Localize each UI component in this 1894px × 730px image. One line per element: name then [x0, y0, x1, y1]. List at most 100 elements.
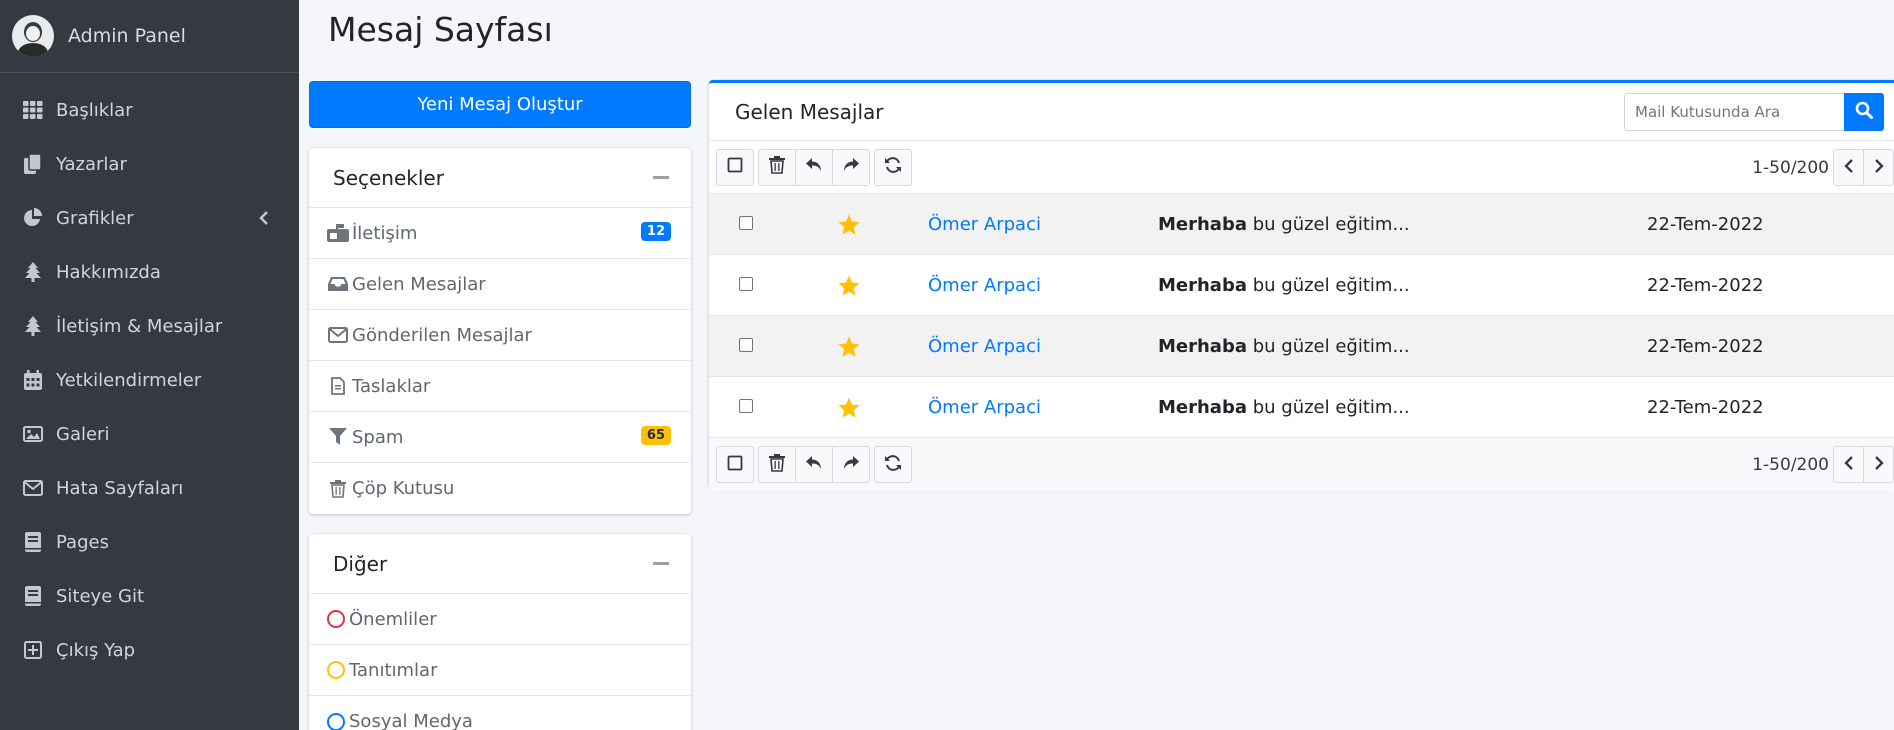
search-button[interactable]: [1844, 93, 1884, 131]
prev-page-button[interactable]: [1833, 446, 1864, 483]
prev-page-button[interactable]: [1833, 149, 1864, 186]
forward-icon: [842, 455, 860, 475]
circle-icon: [327, 661, 345, 679]
next-page-button[interactable]: [1863, 149, 1894, 186]
subject-bold: Merhaba: [1158, 335, 1247, 357]
folder-label: Çöp Kutusu: [352, 478, 455, 499]
folder-item-cop-kutusu[interactable]: Çöp Kutusu: [309, 463, 691, 514]
subject-bold: Merhaba: [1158, 396, 1247, 418]
sidebar-item-label: İletişim & Mesajlar: [56, 315, 223, 337]
unread-count-badge: 12: [640, 222, 671, 241]
sidebar-item-siteye-git[interactable]: Siteye Git: [0, 569, 299, 623]
message-row[interactable]: Ömer Arpaci Merhaba bu güzel eğitim... 2…: [709, 316, 1894, 377]
trash-icon: [327, 478, 349, 500]
label-item-tanitimlar[interactable]: Tanıtımlar: [309, 645, 691, 696]
sidebar-item-iletisim-mesajlar[interactable]: İletişim & Mesajlar: [0, 299, 299, 353]
message-checkbox[interactable]: [739, 338, 753, 352]
message-date: 22-Tem-2022: [1647, 213, 1764, 235]
sidebar-item-cikis-yap[interactable]: Çıkış Yap: [0, 623, 299, 677]
mailbox-card: Gelen Mesajlar 1-50/200: [709, 80, 1894, 491]
spam-count-badge: 65: [640, 426, 671, 445]
pagination: 1-50/200: [1752, 446, 1894, 483]
envelope-icon: [327, 324, 349, 346]
message-date: 22-Tem-2022: [1647, 274, 1764, 296]
delete-button[interactable]: [758, 446, 796, 483]
subject-rest: bu güzel eğitim...: [1247, 335, 1410, 357]
sidebar-item-label: Hakkımızda: [56, 261, 161, 283]
message-row[interactable]: Ömer Arpaci Merhaba bu güzel eğitim... 2…: [709, 255, 1894, 316]
message-checkbox[interactable]: [739, 399, 753, 413]
refresh-button[interactable]: [874, 446, 912, 483]
folder-item-spam[interactable]: Spam 65: [309, 412, 691, 463]
message-date: 22-Tem-2022: [1647, 396, 1764, 418]
message-row[interactable]: Ömer Arpaci Merhaba bu güzel eğitim... 2…: [709, 194, 1894, 255]
forward-button[interactable]: [832, 148, 870, 186]
message-subject[interactable]: Merhaba bu güzel eğitim...: [1158, 214, 1410, 235]
forward-icon: [842, 157, 860, 177]
folder-item-taslaklar[interactable]: Taslaklar: [309, 361, 691, 412]
message-sender[interactable]: Ömer Arpaci: [928, 397, 1041, 418]
label-item-sosyal-medya[interactable]: Sosyal Medya: [309, 696, 691, 730]
collapse-icon[interactable]: [653, 176, 669, 179]
sidebar-item-hata-sayfalari[interactable]: Hata Sayfaları: [0, 461, 299, 515]
mailbox-search-input[interactable]: [1624, 93, 1845, 131]
folder-item-iletisim[interactable]: İletişim 12: [309, 208, 691, 259]
labels-card: Diğer Önemliler Tanıtımlar Sosyal Medya: [309, 534, 691, 730]
star-icon[interactable]: [837, 274, 861, 298]
action-button-group: [758, 148, 870, 186]
message-sender[interactable]: Ömer Arpaci: [928, 336, 1041, 357]
folder-label: Taslaklar: [352, 375, 431, 397]
message-subject[interactable]: Merhaba bu güzel eğitim...: [1158, 275, 1410, 296]
folder-item-gonderilen-mesajlar[interactable]: Gönderilen Mesajlar: [309, 310, 691, 361]
sidebar-item-pages[interactable]: Pages: [0, 515, 299, 569]
reply-button[interactable]: [795, 148, 833, 186]
next-page-button[interactable]: [1863, 446, 1894, 483]
mailbox-icon: [327, 222, 349, 244]
trash-icon: [769, 156, 785, 178]
sidebar-item-grafikler[interactable]: Grafikler: [0, 191, 299, 245]
message-checkbox[interactable]: [739, 277, 753, 291]
chevron-right-icon: [1874, 455, 1884, 475]
message-sender[interactable]: Ömer Arpaci: [928, 275, 1041, 296]
message-checkbox[interactable]: [739, 216, 753, 230]
image-icon: [22, 423, 44, 445]
select-all-button[interactable]: [716, 148, 754, 186]
sidebar-item-galeri[interactable]: Galeri: [0, 407, 299, 461]
select-all-button[interactable]: [716, 446, 754, 483]
collapse-icon[interactable]: [653, 562, 669, 565]
delete-button[interactable]: [758, 148, 796, 186]
star-icon[interactable]: [837, 335, 861, 359]
refresh-button[interactable]: [874, 148, 912, 186]
message-subject[interactable]: Merhaba bu güzel eğitim...: [1158, 336, 1410, 357]
folder-item-gelen-mesajlar[interactable]: Gelen Mesajlar: [309, 259, 691, 310]
checkbox-icon: [727, 157, 743, 177]
sidebar-item-basliklar[interactable]: Başlıklar: [0, 83, 299, 137]
forward-button[interactable]: [832, 446, 870, 483]
options-card-header: Seçenekler: [309, 148, 691, 208]
circle-icon: [327, 712, 345, 730]
label-item-onemliler[interactable]: Önemliler: [309, 594, 691, 645]
inbox-icon: [327, 273, 349, 295]
compose-button[interactable]: Yeni Mesaj Oluştur: [309, 81, 691, 128]
pagination-text: 1-50/200: [1752, 454, 1829, 475]
folder-label: Gönderilen Mesajlar: [352, 324, 532, 346]
label-text: Tanıtımlar: [349, 659, 438, 681]
pie-chart-icon: [22, 207, 44, 229]
chevron-left-icon: [1843, 158, 1854, 178]
pagination: 1-50/200: [1752, 149, 1894, 186]
message-row[interactable]: Ömer Arpaci Merhaba bu güzel eğitim... 2…: [709, 377, 1894, 438]
star-icon[interactable]: [837, 396, 861, 420]
star-icon[interactable]: [837, 213, 861, 237]
sidebar-item-yetkilendirmeler[interactable]: Yetkilendirmeler: [0, 353, 299, 407]
subject-rest: bu güzel eğitim...: [1247, 274, 1410, 296]
plus-square-icon: [22, 639, 44, 661]
sidebar-item-yazarlar[interactable]: Yazarlar: [0, 137, 299, 191]
message-sender[interactable]: Ömer Arpaci: [928, 214, 1041, 235]
reply-button[interactable]: [795, 446, 833, 483]
trash-icon: [769, 453, 785, 476]
tree-icon: [22, 315, 44, 337]
folder-label: Gelen Mesajlar: [352, 273, 486, 295]
sidebar-item-hakkimizda[interactable]: Hakkımızda: [0, 245, 299, 299]
message-subject[interactable]: Merhaba bu güzel eğitim...: [1158, 397, 1410, 418]
brand-link[interactable]: Admin Panel: [0, 0, 299, 73]
